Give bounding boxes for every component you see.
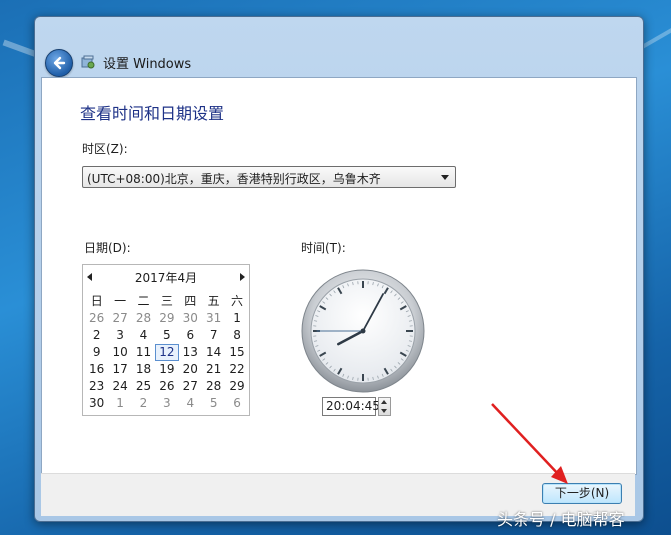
watermark: 头条号 / 电脑帮客 [497, 510, 625, 529]
annotation-arrow-icon [491, 403, 568, 484]
